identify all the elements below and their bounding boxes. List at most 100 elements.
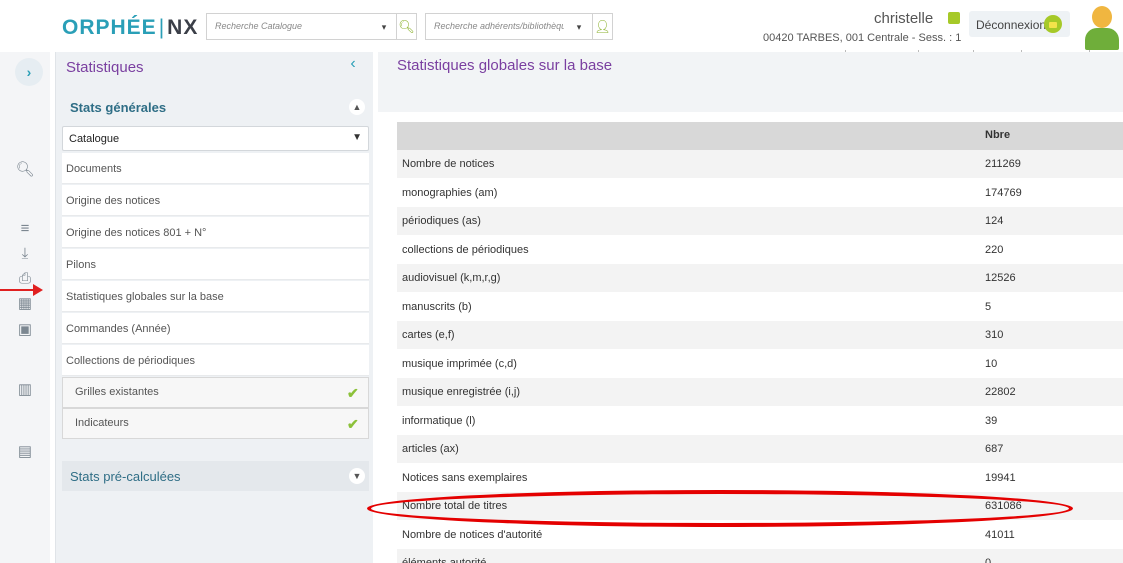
- lock-icon: [1044, 15, 1062, 33]
- logo-text-nx: NX: [167, 16, 199, 39]
- section-stats-precalculees[interactable]: Stats pré-calculées ▼: [62, 461, 369, 491]
- column-header-nbre: Nbre: [985, 129, 1011, 141]
- row-value: 211269: [985, 158, 1021, 170]
- menu-item-label: Collections de périodiques: [66, 355, 196, 367]
- main-content: Statistiques globales sur la base Nbre N…: [378, 52, 1123, 563]
- row-value: 310: [985, 329, 1004, 341]
- library-info: 00420 TARBES, 001 Centrale - Sess. : 1: [763, 32, 962, 44]
- row-value: 5: [985, 300, 992, 313]
- chevron-down-icon[interactable]: ▼: [349, 468, 365, 484]
- row-label: Nombre de notices d'autorité: [402, 528, 543, 541]
- table-row: Notices sans exemplaires 19941: [397, 463, 1123, 492]
- row-value: 10: [985, 357, 998, 370]
- section-stats-precalculees-label: Stats pré-calculées: [70, 469, 181, 484]
- bus-icon[interactable]: ▣: [15, 320, 35, 340]
- table-row: articles (ax) 687: [397, 435, 1123, 463]
- menu-item-origine-notices-801[interactable]: Origine des notices 801 + N°: [62, 217, 369, 248]
- avatar[interactable]: [1085, 4, 1119, 50]
- chart-icon[interactable]: ▥: [15, 380, 35, 400]
- table-row: informatique (l) 39: [397, 406, 1123, 435]
- table-row: monographies (am) 174769: [397, 178, 1123, 207]
- row-value: 41011: [985, 528, 1015, 541]
- top-bar: ORPHÉE|NX Recherche Catalogue ▾ 🔍︎ Reche…: [0, 0, 1123, 56]
- table-row: périodiques (as) 124: [397, 207, 1123, 235]
- section-stats-generales[interactable]: Stats générales ▲: [56, 92, 374, 122]
- row-value: 124: [985, 215, 1004, 227]
- category-select[interactable]: Catalogue ▼: [62, 126, 369, 151]
- menu-item-label: Origine des notices 801 + N°: [66, 227, 207, 239]
- check-icon: ✔: [347, 385, 359, 401]
- row-value: 19941: [985, 471, 1016, 484]
- avatar-head: [1092, 6, 1112, 28]
- row-value: 220: [985, 243, 1004, 256]
- section-stats-generales-label: Stats générales: [70, 100, 167, 115]
- row-value: 0: [985, 557, 992, 563]
- list-icon[interactable]: ≡: [15, 220, 35, 240]
- row-label: audiovisuel (k,m,r,g): [402, 272, 501, 284]
- print-icon[interactable]: ⎙: [15, 270, 35, 290]
- row-label: collections de périodiques: [402, 243, 529, 256]
- menu-item-documents[interactable]: Documents: [62, 153, 369, 184]
- table-row: cartes (e,f) 310: [397, 321, 1123, 349]
- row-label: Nombre de notices: [402, 158, 495, 170]
- user-search-icon[interactable]: 👤︎: [592, 14, 612, 40]
- table-header: Nbre: [397, 122, 1123, 150]
- chevron-up-icon[interactable]: ▲: [349, 99, 365, 115]
- menu-item-pilons[interactable]: Pilons: [62, 249, 369, 280]
- book-icon[interactable]: ▤: [15, 442, 35, 462]
- table-row: éléments autorité 0: [397, 549, 1123, 563]
- annotation-arrow-head: [33, 284, 43, 296]
- table-row: collections de périodiques 220: [397, 235, 1123, 264]
- row-label: articles (ax): [402, 443, 459, 455]
- menu-item-label: Documents: [66, 163, 122, 175]
- menu-item-indicateurs[interactable]: Indicateurs ✔: [62, 408, 369, 439]
- user-name: christelle: [874, 10, 934, 27]
- table-row: audiovisuel (k,m,r,g) 12526: [397, 264, 1123, 292]
- row-value: 22802: [985, 386, 1016, 398]
- menu-item-label: Indicateurs: [75, 417, 129, 429]
- menu-item-collections-periodiques[interactable]: Collections de périodiques: [62, 345, 369, 376]
- row-label: cartes (e,f): [402, 329, 455, 341]
- menu-item-origine-notices[interactable]: Origine des notices: [62, 185, 369, 216]
- user-status-icon: [948, 12, 960, 24]
- row-label: musique imprimée (c,d): [402, 357, 517, 370]
- menu-item-label: Statistiques globales sur la base: [66, 291, 224, 303]
- row-value: 39: [985, 414, 998, 427]
- search-icon[interactable]: 🔍︎: [15, 160, 35, 180]
- row-label: Notices sans exemplaires: [402, 471, 528, 484]
- menu-item-label: Commandes (Année): [66, 323, 171, 335]
- members-search: Recherche adhérents/bibliothèques ▾ 👤︎: [425, 13, 613, 40]
- row-value: 687: [985, 443, 1004, 455]
- page-title: Statistiques globales sur la base: [397, 57, 613, 74]
- check-icon: ✔: [347, 416, 359, 432]
- menu-item-label: Pilons: [66, 259, 96, 271]
- catalogue-search-dropdown-icon[interactable]: ▾: [377, 18, 391, 36]
- category-select-value: Catalogue: [69, 133, 120, 145]
- row-label: informatique (l): [402, 414, 476, 427]
- table-row: musique imprimée (c,d) 10: [397, 349, 1123, 378]
- row-value: 12526: [985, 272, 1016, 284]
- search-icon[interactable]: 🔍︎: [396, 14, 416, 40]
- row-label: manuscrits (b): [402, 300, 472, 313]
- members-search-dropdown-icon[interactable]: ▾: [572, 18, 586, 36]
- logo-text-orphee: ORPHÉE: [62, 16, 157, 39]
- catalogue-search-input[interactable]: Recherche Catalogue: [215, 21, 335, 31]
- menu-item-label: Grilles existantes: [75, 386, 159, 398]
- expand-panel-icon[interactable]: ›: [15, 58, 43, 86]
- menu-item-grilles-existantes[interactable]: Grilles existantes ✔: [62, 377, 369, 408]
- logout-button[interactable]: Déconnexion: [969, 11, 1070, 37]
- row-label: éléments autorité: [402, 557, 487, 563]
- collapse-panel-icon[interactable]: ‹: [342, 55, 364, 77]
- members-search-input[interactable]: Recherche adhérents/bibliothèques: [434, 21, 564, 31]
- calendar-icon[interactable]: ▦: [15, 294, 35, 314]
- table-row: manuscrits (b) 5: [397, 292, 1123, 321]
- menu-item-stats-globales[interactable]: Statistiques globales sur la base: [62, 281, 369, 312]
- menu-item-commandes[interactable]: Commandes (Année): [62, 313, 369, 344]
- avatar-body: [1085, 28, 1119, 50]
- menu-item-label: Origine des notices: [66, 195, 161, 207]
- logout-label: Déconnexion: [976, 18, 1047, 32]
- table-row: musique enregistrée (i,j) 22802: [397, 378, 1123, 406]
- app-logo[interactable]: ORPHÉE|NX: [62, 16, 198, 40]
- panel-title: Statistiques: [66, 59, 144, 76]
- download-icon[interactable]: ⤓: [15, 245, 35, 265]
